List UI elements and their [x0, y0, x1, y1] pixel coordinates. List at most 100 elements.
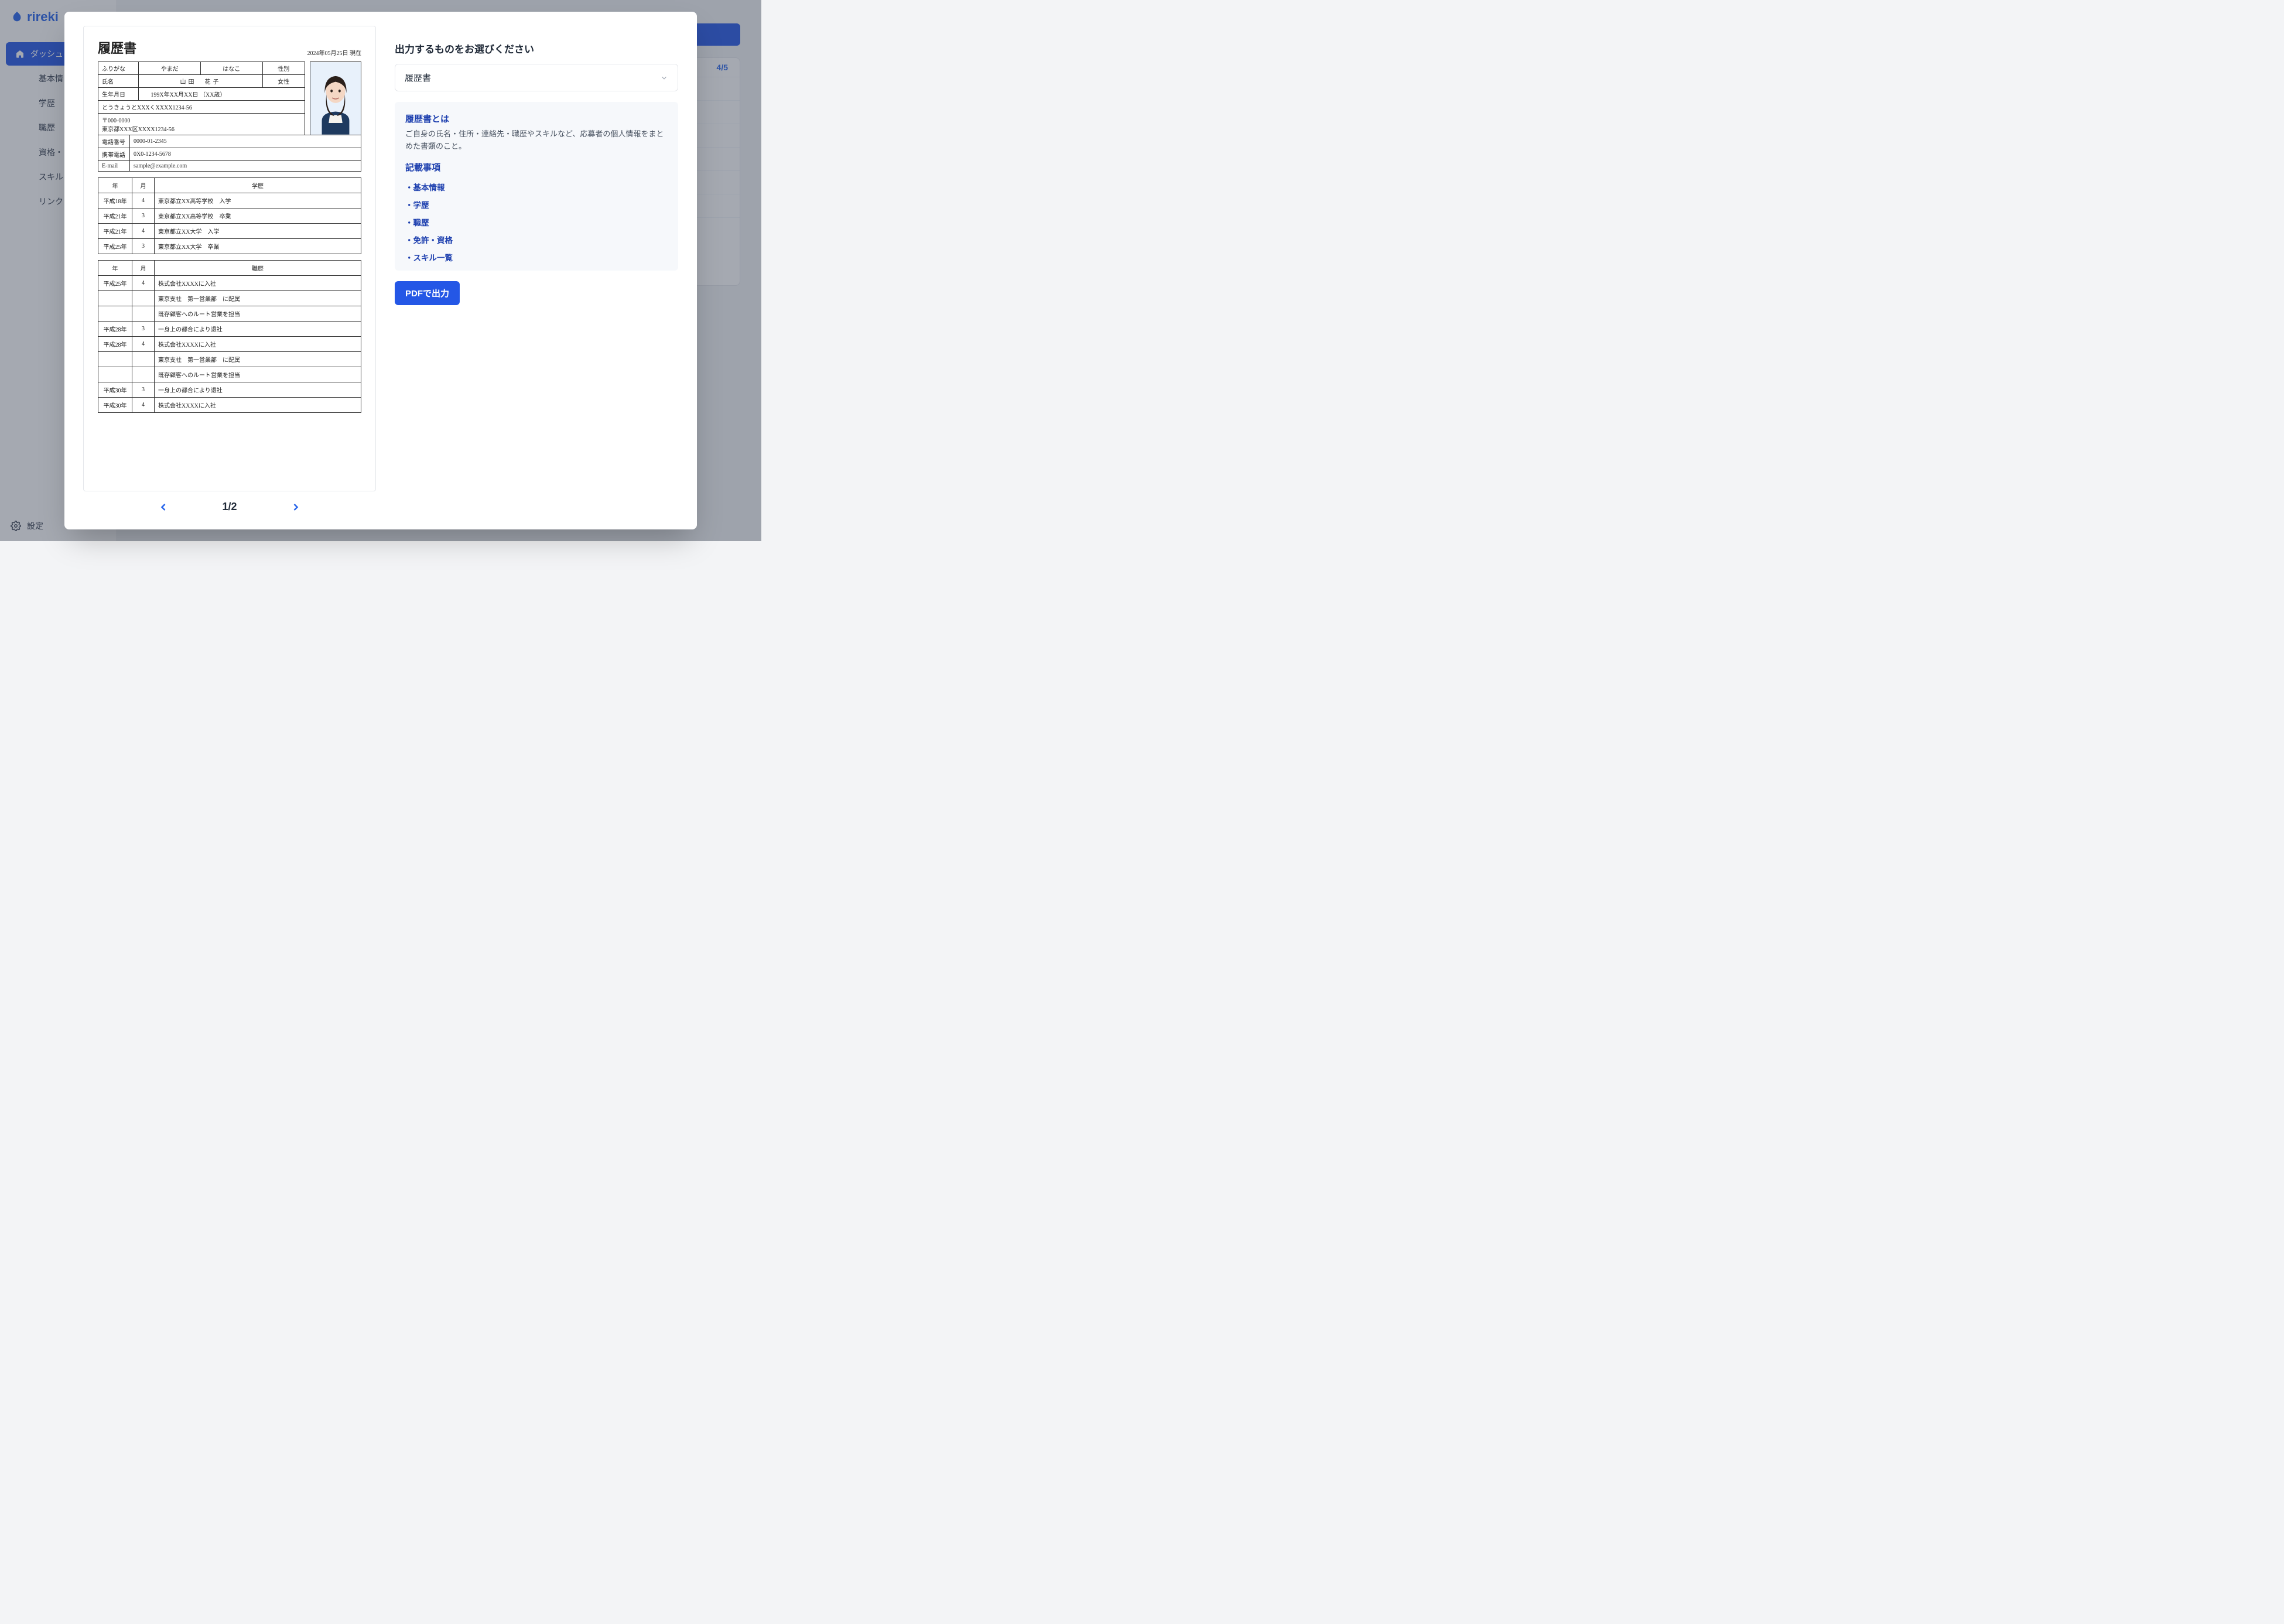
cell-month: 3 — [132, 322, 155, 337]
work-header-title: 職歴 — [155, 261, 361, 276]
cell-month: 3 — [132, 239, 155, 254]
table-row: 平成21年3東京都立XX高等学校 卒業 — [98, 208, 361, 224]
work-header-month: 月 — [132, 261, 155, 276]
table-row: 平成18年4東京都立XX高等学校 入学 — [98, 193, 361, 208]
cell-desc: 株式会社XXXXに入社 — [155, 276, 361, 291]
cell-year: 平成28年 — [98, 322, 132, 337]
edu-header-month: 月 — [132, 178, 155, 193]
gender-label: 性別 — [262, 62, 305, 75]
gender-value: 女性 — [262, 75, 305, 88]
table-row: 平成25年4株式会社XXXXに入社 — [98, 276, 361, 291]
work-table: 年 月 職歴 平成25年4株式会社XXXXに入社東京支社 第一営業部 に配属既存… — [98, 260, 361, 413]
cell-desc: 東京都立XX高等学校 卒業 — [155, 208, 361, 224]
pager: 1/2 — [83, 491, 376, 515]
cell-desc: 東京都立XX大学 入学 — [155, 224, 361, 239]
furigana-sei: やまだ — [139, 62, 201, 75]
cell-year — [98, 352, 132, 367]
table-row: 平成21年4東京都立XX大学 入学 — [98, 224, 361, 239]
chevron-right-icon[interactable] — [290, 501, 302, 513]
info-list-item: 基本情報 — [405, 178, 668, 196]
mobile-value: 0X0-1234-5678 — [130, 148, 361, 161]
info-title-what: 履歴書とは — [405, 112, 668, 125]
cell-month: 3 — [132, 382, 155, 398]
info-description: ご自身の氏名・住所・連絡先・職歴やスキルなど、応募者の個人情報をまとめた書類のこ… — [405, 128, 668, 153]
output-settings-panel: 出力するものをお選びください 履歴書 履歴書とは ご自身の氏名・住所・連絡先・職… — [395, 26, 678, 515]
cell-desc: 東京都立XX大学 卒業 — [155, 239, 361, 254]
table-row: 既存顧客へのルート営業を担当 — [98, 306, 361, 322]
output-modal: 履歴書 2024年05月25日 現在 ふりがな やまだ はなこ 性別 氏名 — [64, 12, 697, 529]
cell-year: 平成28年 — [98, 337, 132, 352]
cell-desc: 既存顧客へのルート営業を担当 — [155, 306, 361, 322]
cell-month: 4 — [132, 276, 155, 291]
cell-desc: 一身上の都合により退社 — [155, 322, 361, 337]
name-label: 氏名 — [98, 75, 139, 88]
table-row: 平成30年3一身上の都合により退社 — [98, 382, 361, 398]
mobile-label: 携帯電話 — [98, 148, 130, 161]
cell-year — [98, 367, 132, 382]
furigana-mei: はなこ — [200, 62, 262, 75]
cell-month: 4 — [132, 193, 155, 208]
cell-desc: 株式会社XXXXに入社 — [155, 337, 361, 352]
table-row: 既存顧客へのルート営業を担当 — [98, 367, 361, 382]
cell-month — [132, 367, 155, 382]
name-table: ふりがな やまだ はなこ 性別 氏名 山田 花子 女性 生年月日 199 — [98, 61, 305, 135]
table-row: 東京支社 第一営業部 に配属 — [98, 291, 361, 306]
cell-desc: 既存顧客へのルート営業を担当 — [155, 367, 361, 382]
table-row: 平成28年4株式会社XXXXに入社 — [98, 337, 361, 352]
cell-desc: 東京都立XX高等学校 入学 — [155, 193, 361, 208]
cell-month — [132, 291, 155, 306]
doc-date: 2024年05月25日 現在 — [307, 48, 362, 57]
name-value: 山田 花子 — [139, 75, 262, 88]
table-row: 平成30年4株式会社XXXXに入社 — [98, 398, 361, 413]
dob-label: 生年月日 — [98, 88, 139, 101]
output-type-select[interactable]: 履歴書 — [395, 64, 678, 91]
furigana-label: ふりがな — [98, 62, 139, 75]
chevron-down-icon — [660, 74, 668, 82]
info-list: 基本情報学歴職歴免許・資格スキル一覧 — [405, 178, 668, 266]
cell-desc: 株式会社XXXXに入社 — [155, 398, 361, 413]
cell-month: 4 — [132, 337, 155, 352]
education-table: 年 月 学歴 平成18年4東京都立XX高等学校 入学平成21年3東京都立XX高等… — [98, 177, 361, 254]
chevron-left-icon[interactable] — [158, 501, 169, 513]
cell-month: 4 — [132, 224, 155, 239]
resume-preview-doc: 履歴書 2024年05月25日 現在 ふりがな やまだ はなこ 性別 氏名 — [83, 26, 376, 491]
cell-month — [132, 306, 155, 322]
info-list-item: 職歴 — [405, 213, 668, 231]
cell-desc: 東京支社 第一営業部 に配属 — [155, 291, 361, 306]
edu-header-title: 学歴 — [155, 178, 361, 193]
cell-year: 平成25年 — [98, 239, 132, 254]
info-list-item: スキル一覧 — [405, 248, 668, 266]
cell-year: 平成18年 — [98, 193, 132, 208]
id-photo — [310, 61, 361, 135]
cell-year: 平成25年 — [98, 276, 132, 291]
table-row: 平成28年3一身上の都合により退社 — [98, 322, 361, 337]
work-header-year: 年 — [98, 261, 132, 276]
portrait-placeholder-icon — [310, 62, 361, 135]
cell-year: 平成30年 — [98, 382, 132, 398]
info-title-items: 記載事項 — [405, 161, 668, 173]
cell-desc: 一身上の都合により退社 — [155, 382, 361, 398]
cell-year: 平成30年 — [98, 398, 132, 413]
cell-month: 3 — [132, 208, 155, 224]
addr-zip: 〒000-0000 — [98, 114, 305, 125]
cell-year — [98, 306, 132, 322]
page-indicator: 1/2 — [222, 501, 237, 513]
export-pdf-button[interactable]: PDFで出力 — [395, 281, 460, 305]
cell-year — [98, 291, 132, 306]
cell-year: 平成21年 — [98, 224, 132, 239]
email-label: E-mail — [98, 161, 130, 172]
dob-value: 199X年XX月XX日 （XX歳） — [139, 88, 305, 101]
info-list-item: 学歴 — [405, 196, 668, 213]
doc-title: 履歴書 — [98, 38, 136, 57]
output-heading: 出力するものをお選びください — [395, 41, 678, 56]
cell-month — [132, 352, 155, 367]
cell-year: 平成21年 — [98, 208, 132, 224]
phone-value: 0000-01-2345 — [130, 135, 361, 148]
addr-furigana: とうきょうとXXXくXXXX1234-56 — [98, 101, 305, 114]
contact-table: 電話番号0000-01-2345 携帯電話0X0-1234-5678 E-mai… — [98, 135, 361, 172]
preview-panel: 履歴書 2024年05月25日 現在 ふりがな やまだ はなこ 性別 氏名 — [83, 26, 376, 515]
info-list-item: 免許・資格 — [405, 231, 668, 248]
email-value: sample@example.com — [130, 161, 361, 172]
cell-month: 4 — [132, 398, 155, 413]
select-value: 履歴書 — [405, 71, 431, 84]
